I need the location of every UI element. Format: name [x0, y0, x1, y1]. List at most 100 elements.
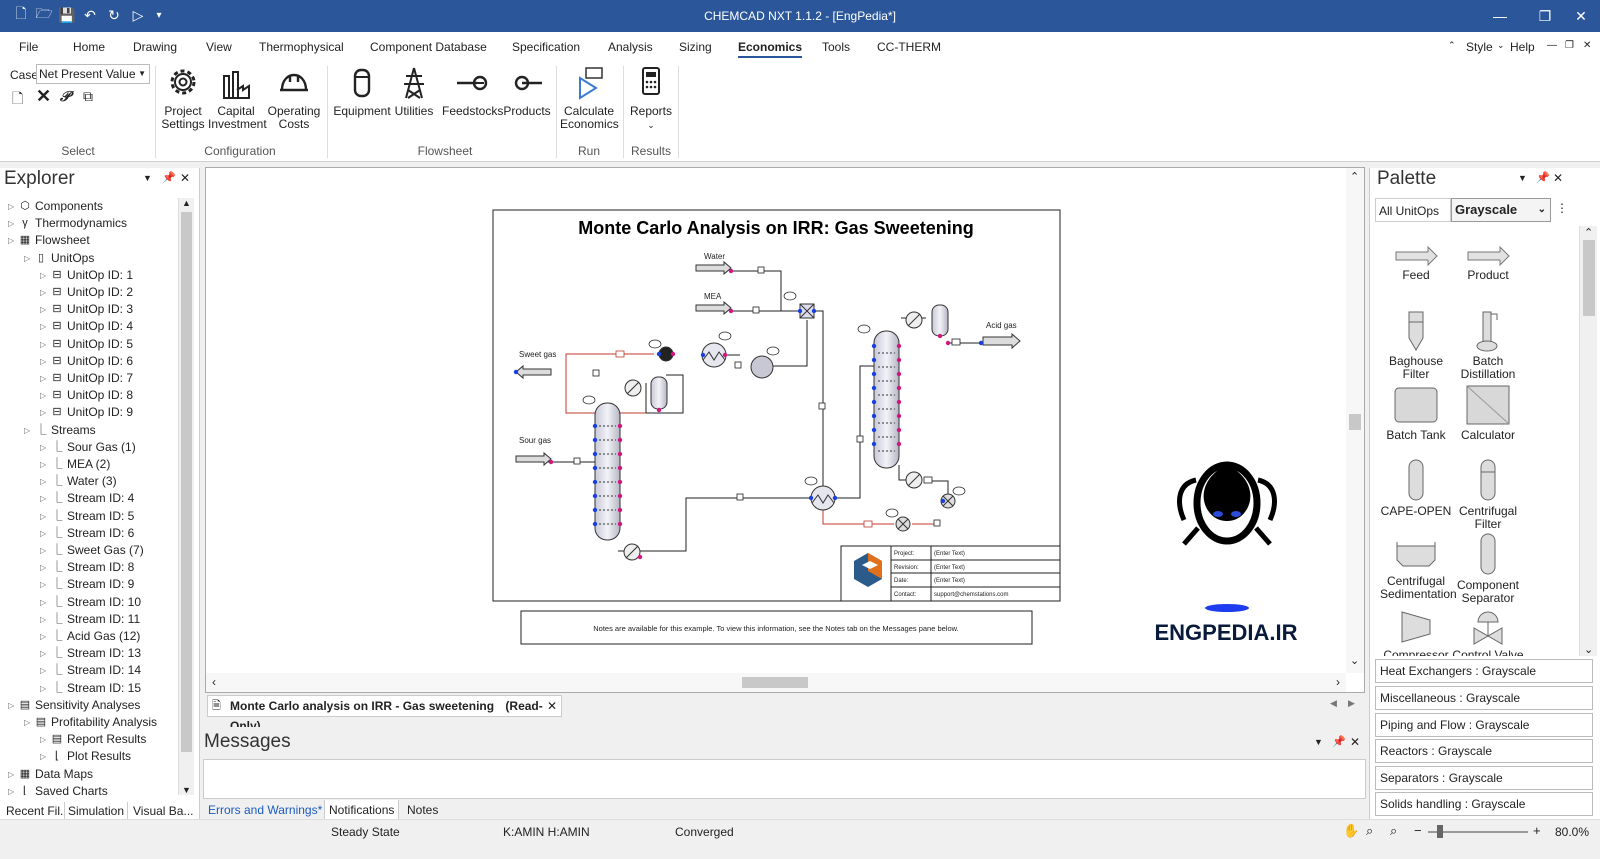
restore-icon[interactable]: ❐ [1530, 4, 1560, 28]
expand-arrow-icon[interactable]: ▷ [40, 267, 50, 284]
expand-arrow-icon[interactable]: ▷ [40, 662, 50, 679]
tab-recent-files[interactable]: Recent Fil... [3, 802, 73, 820]
tab-scroll-right-icon[interactable]: ▶ [1348, 698, 1355, 709]
palette-item-centrifugal-sedimentation[interactable]: Centrifugal Sedimentation [1380, 538, 1457, 601]
palette-item-calculator[interactable]: Calculator [1452, 384, 1524, 442]
palette-category-heat-exchangers[interactable]: Heat Exchangers : Grayscale [1375, 659, 1593, 683]
scroll-thumb[interactable] [1583, 240, 1595, 316]
project-settings-button[interactable]: Project Settings [160, 64, 206, 131]
expand-arrow-icon[interactable]: ▷ [40, 301, 50, 318]
tree-item[interactable]: ▷ ⬡ Components [8, 198, 103, 215]
zoom-search-icon[interactable]: ⌕ [1390, 823, 1397, 839]
tree-item[interactable]: ▷ ⊟ UnitOp ID: 8 [40, 387, 133, 404]
palette-item-compressor[interactable]: Compressor [1380, 608, 1452, 656]
scroll-right-icon[interactable]: › [1336, 675, 1340, 689]
tree-item[interactable]: ▷ ⊟ UnitOp ID: 5 [40, 336, 133, 353]
expand-arrow-icon[interactable]: ▷ [40, 576, 50, 593]
palette-category-separators[interactable]: Separators : Grayscale [1375, 766, 1593, 790]
zoom-slider[interactable] [1428, 831, 1528, 833]
explorer-scrollbar[interactable]: ▲ ▼ [178, 198, 194, 795]
expand-arrow-icon[interactable]: ▷ [40, 628, 50, 645]
tree-item[interactable]: ▷ ⎿ Acid Gas (12) [40, 628, 140, 645]
pin-icon[interactable]: 📌 [1536, 171, 1550, 184]
palette-item-batch-tank[interactable]: Batch Tank [1380, 384, 1452, 442]
tab-file[interactable]: File [19, 40, 38, 54]
palette-item-baghouse-filter[interactable]: Baghouse Filter [1380, 306, 1452, 381]
style-menu[interactable]: Style [1466, 40, 1493, 54]
document-tab[interactable]: 🗎 Monte Carlo analysis on IRR - Gas swee… [207, 695, 562, 733]
tree-item[interactable]: ▷ ▤ Report Results [40, 731, 146, 748]
tree-item[interactable]: ▷ ⎿ Stream ID: 13 [40, 645, 141, 662]
tree-item[interactable]: ▷ ⎿ Stream ID: 11 [40, 611, 140, 628]
chevron-down-icon[interactable]: ▼ [143, 173, 152, 183]
reports-button[interactable]: Reports ⌄ [628, 64, 674, 132]
pin-icon[interactable]: 📌 [162, 171, 176, 184]
expand-arrow-icon[interactable]: ▷ [40, 525, 50, 542]
close-icon[interactable]: ✕ [1350, 735, 1360, 749]
feedstocks-button[interactable]: Feedstocks [442, 64, 503, 118]
case-select[interactable]: Net Present Value ▼ [36, 64, 150, 84]
scroll-down-icon[interactable]: ▼ [182, 785, 191, 795]
pan-hand-icon[interactable]: ✋ [1343, 823, 1359, 839]
scroll-up-icon[interactable]: ▲ [182, 198, 191, 208]
zoom-slider-thumb[interactable] [1437, 825, 1443, 838]
copy-case-icon[interactable]: ⧉ [83, 88, 93, 105]
doc-restore-icon[interactable]: ❐ [1565, 40, 1574, 51]
expand-arrow-icon[interactable]: ▷ [8, 697, 18, 714]
expand-arrow-icon[interactable]: ▷ [40, 318, 50, 335]
scroll-up-icon[interactable]: ⌃ [1584, 226, 1593, 239]
expand-arrow-icon[interactable]: ▷ [40, 490, 50, 507]
tree-item[interactable]: ▷ ⊟ UnitOp ID: 6 [40, 353, 133, 370]
expand-arrow-icon[interactable]: ▷ [24, 250, 34, 267]
help-menu[interactable]: Help [1510, 40, 1535, 54]
utilities-button[interactable]: Utilities [392, 64, 436, 118]
collapse-ribbon-icon[interactable]: ⌃ [1448, 40, 1456, 51]
chevron-down-icon[interactable]: ▼ [1314, 737, 1323, 747]
tab-errors-warnings[interactable]: Errors and Warnings* [208, 803, 322, 817]
palette-item-cape-open[interactable]: CAPE-OPEN [1380, 458, 1452, 518]
expand-arrow-icon[interactable]: ▷ [40, 387, 50, 404]
minimize-icon[interactable]: — [1485, 4, 1515, 28]
operating-costs-button[interactable]: Operating Costs [266, 64, 322, 131]
delete-case-icon[interactable]: ✕ [36, 86, 51, 107]
tree-item[interactable]: ▷ ⎿ MEA (2) [40, 456, 110, 473]
tab-scroll-left-icon[interactable]: ◀ [1330, 698, 1337, 709]
palette-options-icon[interactable]: ⋮ [1556, 201, 1568, 215]
tree-item[interactable]: ▷ ⎿ Sour Gas (1) [40, 439, 136, 456]
canvas-vscrollbar[interactable]: ⌃ ⌄ [1346, 168, 1364, 673]
zoom-fit-icon[interactable]: ⌕ [1366, 823, 1373, 839]
tab-analysis[interactable]: Analysis [608, 40, 653, 54]
expand-arrow-icon[interactable]: ▷ [40, 559, 50, 576]
expand-arrow-icon[interactable]: ▷ [8, 215, 18, 232]
rename-case-icon[interactable]: 𝒫 [60, 88, 70, 105]
tree-item[interactable]: ▷ ⎿ Stream ID: 8 [40, 559, 134, 576]
tree-item[interactable]: ▷ ⎿ Streams [24, 422, 96, 439]
tree-item[interactable]: ▷ ▯ UnitOps [24, 250, 94, 267]
close-tab-icon[interactable]: ✕ [547, 696, 557, 716]
equipment-button[interactable]: Equipment [333, 64, 391, 118]
scroll-thumb[interactable] [181, 212, 192, 752]
tree-item[interactable]: ▷ γ Thermodynamics [8, 215, 127, 232]
tab-view[interactable]: View [206, 40, 232, 54]
expand-arrow-icon[interactable]: ▷ [40, 508, 50, 525]
expand-arrow-icon[interactable]: ▷ [24, 714, 34, 731]
palette-category-miscellaneous[interactable]: Miscellaneous : Grayscale [1375, 686, 1593, 710]
expand-arrow-icon[interactable]: ▷ [40, 473, 50, 490]
tab-cc-therm[interactable]: CC-THERM [877, 40, 941, 54]
products-button[interactable]: Products [503, 64, 551, 118]
expand-arrow-icon[interactable]: ▷ [8, 783, 18, 795]
palette-item-component-separator[interactable]: Component Separator [1452, 532, 1524, 605]
expand-arrow-icon[interactable]: ▷ [40, 353, 50, 370]
palette-style-select[interactable]: Grayscale ⌄ [1451, 198, 1551, 222]
zoom-out-icon[interactable]: − [1414, 823, 1422, 838]
tab-notifications[interactable]: Notifications [324, 800, 400, 821]
doc-close-icon[interactable]: ✕ [1583, 40, 1591, 51]
palette-category-solids-handling[interactable]: Solids handling : Grayscale [1375, 792, 1593, 816]
tree-item[interactable]: ▷ ⌊ Saved Charts [8, 783, 108, 795]
help-chevron-icon[interactable]: ⌄ [1497, 40, 1505, 51]
palette-item-control-valve[interactable]: Control Valve [1452, 608, 1524, 656]
tree-item[interactable]: ▷ ▤ Sensitivity Analyses [8, 697, 140, 714]
expand-arrow-icon[interactable]: ▷ [40, 439, 50, 456]
tree-item[interactable]: ▷ ⊟ UnitOp ID: 7 [40, 370, 133, 387]
palette-scrollbar[interactable]: ⌃ ⌄ [1579, 226, 1597, 656]
